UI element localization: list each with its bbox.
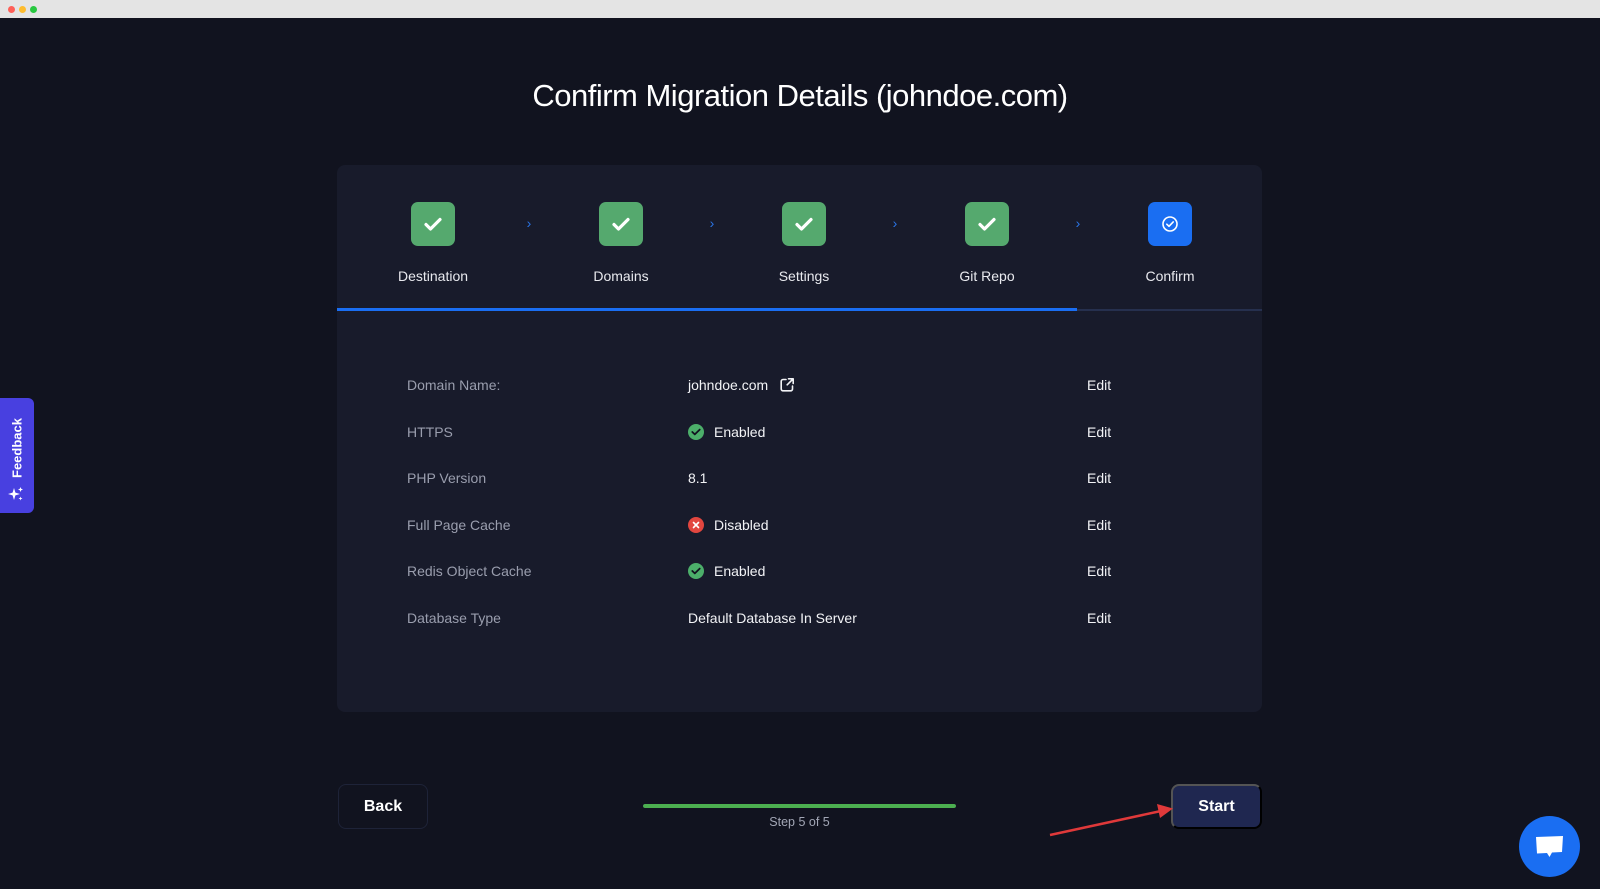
step-label: Git Repo — [959, 268, 1015, 284]
step-settings[interactable]: Settings — [734, 202, 874, 284]
detail-value: Enabled — [688, 563, 765, 579]
edit-https-button[interactable]: Edit — [1087, 424, 1111, 440]
detail-value: Disabled — [688, 516, 769, 533]
x-circle-icon — [688, 516, 704, 533]
start-button[interactable]: Start — [1171, 784, 1262, 829]
detail-label: Full Page Cache — [407, 516, 511, 533]
detail-row-php-version: PHP Version 8.1 Edit — [407, 470, 1197, 517]
detail-label: Domain Name: — [407, 377, 501, 393]
chevron-right-icon: › — [1075, 215, 1081, 231]
step-current-badge — [1148, 202, 1192, 246]
domain-link[interactable]: johndoe.com — [688, 377, 768, 393]
detail-row-domain-name: Domain Name: johndoe.com Edit — [407, 377, 1197, 424]
detail-row-https: HTTPS Enabled Edit — [407, 423, 1197, 471]
detail-row-database-type: Database Type Default Database In Server… — [407, 610, 1197, 657]
detail-value: johndoe.com — [688, 377, 795, 393]
minimize-window-button[interactable] — [19, 6, 26, 13]
step-label: Destination — [397, 268, 469, 284]
detail-value: Enabled — [688, 423, 766, 440]
close-window-button[interactable] — [8, 6, 15, 13]
detail-row-redis-object-cache: Redis Object Cache Enabled Edit — [407, 563, 1197, 610]
step-done-badge — [411, 202, 455, 246]
sparkles-icon — [8, 487, 23, 501]
status-text: Enabled — [714, 563, 766, 579]
step-done-badge — [782, 202, 826, 246]
detail-label: PHP Version — [407, 470, 487, 486]
stepper-progress-fill — [337, 308, 1077, 311]
check-icon — [978, 217, 996, 231]
check-icon — [795, 217, 813, 231]
edit-domain-name-button[interactable]: Edit — [1087, 377, 1111, 393]
page-title: Confirm Migration Details (johndoe.com) — [532, 78, 1068, 113]
back-button[interactable]: Back — [338, 784, 428, 829]
detail-label: Database Type — [407, 609, 501, 626]
feedback-label: Feedback — [9, 418, 25, 478]
stepper: Destination › Domains › Settings › Git R… — [337, 165, 1262, 311]
step-label: Settings — [778, 268, 830, 284]
check-circle-icon — [1162, 216, 1178, 232]
wizard-progress-label: Step 5 of 5 — [769, 815, 830, 829]
step-done-badge — [599, 202, 643, 246]
chevron-right-icon: › — [709, 215, 715, 231]
step-label: Domains — [593, 268, 649, 284]
zoom-window-button[interactable] — [30, 6, 37, 13]
step-label: Confirm — [1145, 268, 1195, 284]
edit-php-version-button[interactable]: Edit — [1087, 470, 1111, 486]
detail-value: 8.1 — [688, 470, 708, 486]
step-destination[interactable]: Destination — [363, 202, 503, 284]
check-icon — [424, 217, 442, 231]
migration-details-card: Destination › Domains › Settings › Git R… — [337, 165, 1262, 712]
detail-label: Redis Object Cache — [407, 563, 532, 579]
step-confirm[interactable]: Confirm — [1100, 202, 1240, 284]
edit-database-type-button[interactable]: Edit — [1087, 610, 1111, 626]
detail-row-full-page-cache: Full Page Cache Disabled Edit — [407, 516, 1197, 564]
detail-value: Default Database In Server — [688, 609, 857, 626]
chat-button[interactable] — [1519, 816, 1580, 877]
step-git-repo[interactable]: Git Repo — [917, 202, 1057, 284]
step-done-badge — [965, 202, 1009, 246]
wizard-progress-fill — [643, 804, 956, 808]
status-text: Enabled — [714, 423, 766, 440]
edit-redis-object-cache-button[interactable]: Edit — [1087, 563, 1111, 579]
external-link-icon[interactable] — [779, 377, 795, 393]
details-list: Domain Name: johndoe.com Edit HTTPS Enab… — [407, 377, 1197, 656]
status-text: Disabled — [714, 516, 769, 533]
feedback-tab[interactable]: Feedback — [0, 398, 34, 513]
chevron-right-icon: › — [526, 215, 532, 231]
annotation-arrow-icon — [1049, 804, 1173, 837]
chevron-right-icon: › — [892, 215, 898, 231]
check-circle-icon — [688, 563, 704, 579]
check-circle-icon — [688, 423, 704, 440]
window-titlebar — [0, 0, 1600, 18]
check-icon — [612, 217, 630, 231]
detail-label: HTTPS — [407, 423, 453, 440]
edit-full-page-cache-button[interactable]: Edit — [1087, 517, 1111, 533]
wizard-progress-bar — [643, 804, 956, 808]
chat-bubble-icon — [1535, 835, 1563, 857]
step-domains[interactable]: Domains — [551, 202, 691, 284]
